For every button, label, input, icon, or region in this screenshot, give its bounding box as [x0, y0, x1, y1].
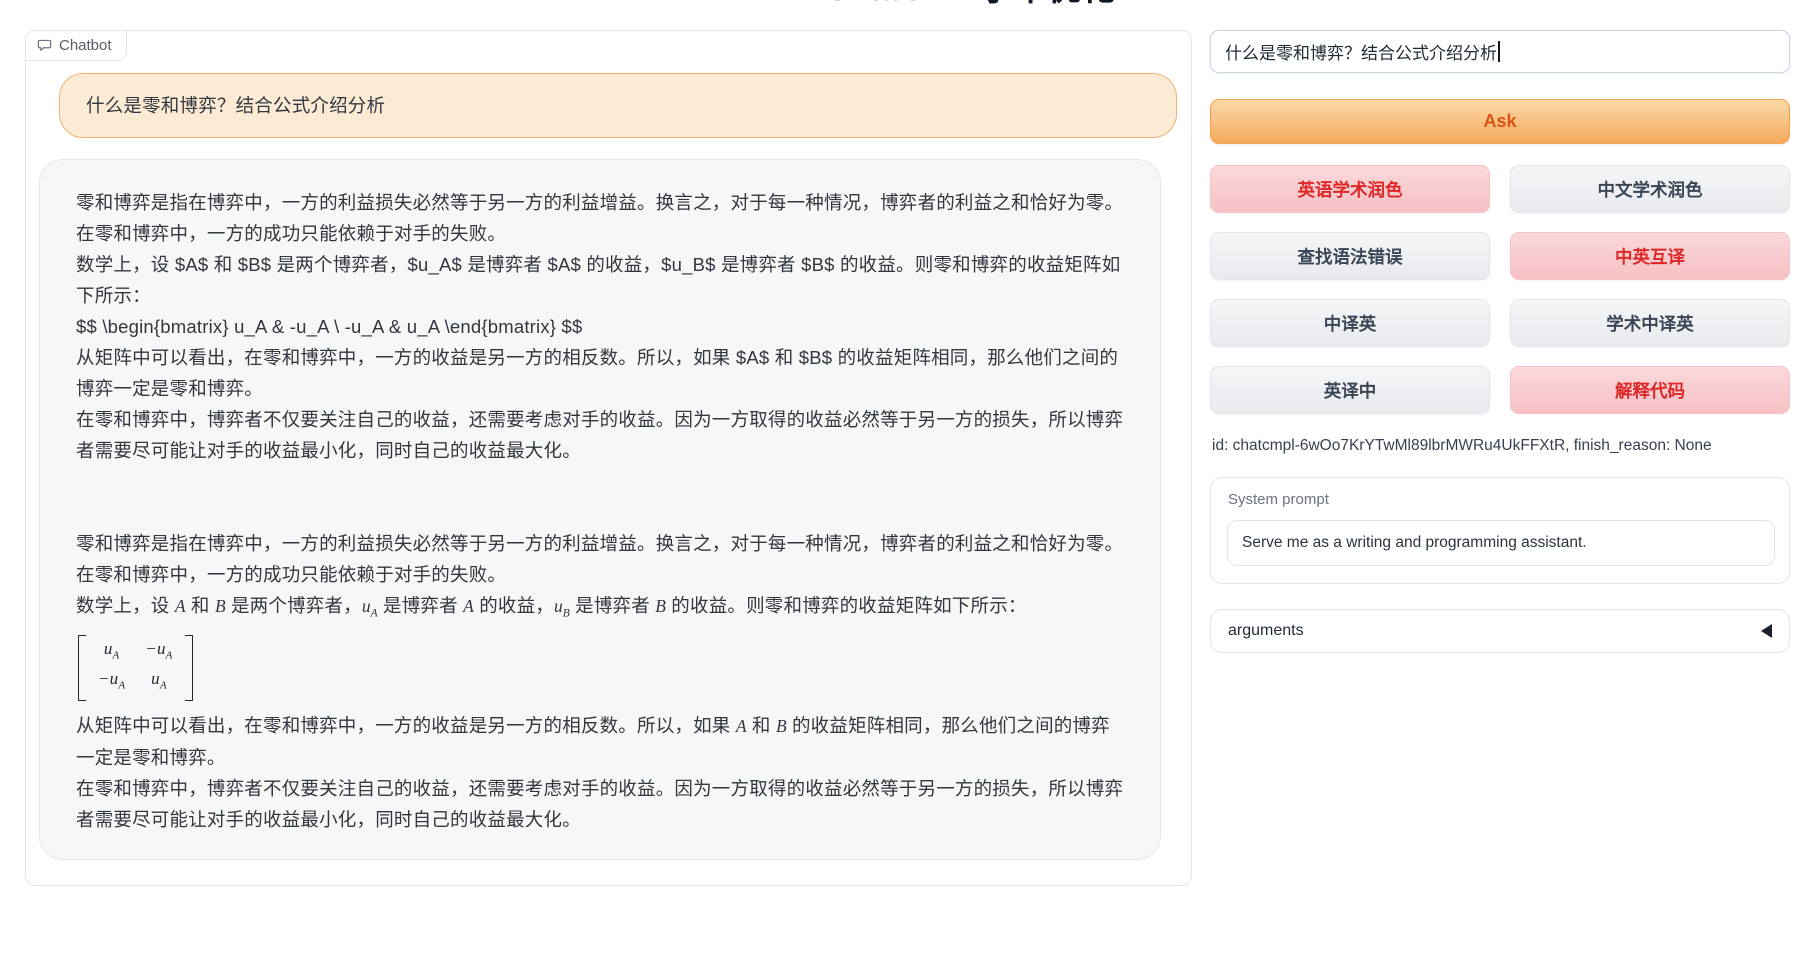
bot-message-bubble: 零和博弈是指在博弈中，一方的利益损失必然等于另一方的利益增益。换言之，对于每一种… — [39, 159, 1161, 860]
bot-rendered-para: 从矩阵中可以看出，在零和博弈中，一方的收益是另一方的相反数。所以，如果 A 和 … — [76, 710, 1124, 773]
bot-raw-line: 数学上，设 $A$ 和 $B$ 是两个博弈者，$u_A$ 是博弈者 $A$ 的收… — [76, 249, 1124, 311]
text-segment: 数学上，设 — [76, 595, 175, 616]
payoff-matrix: uA −uA −uA uA — [78, 635, 193, 702]
system-prompt-group: System prompt Serve me as a writing and … — [1210, 477, 1790, 584]
system-prompt-label: System prompt — [1228, 491, 1329, 508]
bot-rendered-para: 在零和博弈中，博弈者不仅要关注自己的收益，还需要考虑对手的收益。因为一方取得的收… — [76, 773, 1124, 835]
collapse-arrow-icon — [1761, 624, 1772, 638]
quick-button-explain-code[interactable]: 解释代码 — [1510, 366, 1790, 414]
page-title: ChatGPT 学术优化 — [120, 0, 1814, 9]
text-caret — [1498, 41, 1500, 62]
text-segment: 的收益， — [474, 595, 554, 616]
text-segment: 从矩阵中可以看出，在零和博弈中，一方的收益是另一方的相反数。所以，如果 — [76, 715, 736, 736]
matrix-cell: uA — [145, 667, 172, 697]
chatbot-label: Chatbot — [26, 31, 127, 61]
text-segment: 是博弈者 — [570, 595, 655, 616]
arguments-accordion-label: arguments — [1228, 622, 1304, 640]
quick-button-academic-zh-to-en[interactable]: 学术中译英 — [1510, 299, 1790, 347]
text-segment: 和 — [747, 715, 776, 736]
math-var: B — [776, 716, 787, 736]
chatbot-messages[interactable]: 什么是零和博弈？结合公式介绍分析 零和博弈是指在博弈中，一方的利益损失必然等于另… — [26, 58, 1191, 885]
bot-raw-line: $$ \begin{bmatrix} u_A & -u_A \ -u_A & u… — [76, 311, 1124, 342]
question-input-value: 什么是零和博弈？结合公式介绍分析 — [1225, 39, 1497, 64]
chatbot-label-text: Chatbot — [59, 37, 112, 54]
paragraph-gap — [76, 466, 1124, 528]
math-var: B — [215, 596, 226, 616]
system-prompt-input[interactable]: Serve me as a writing and programming as… — [1227, 520, 1775, 566]
bot-rendered-mathline: 数学上，设 A 和 B 是两个博弈者，uA 是博弈者 A 的收益，uB 是博弈者… — [76, 590, 1124, 630]
system-prompt-value: Serve me as a writing and programming as… — [1242, 534, 1587, 552]
matrix-right-bracket — [185, 635, 193, 702]
bot-raw-line: 从矩阵中可以看出，在零和博弈中，一方的收益是另一方的相反数。所以，如果 $A$ … — [76, 342, 1124, 404]
matrix-cell: uA — [98, 637, 125, 667]
matrix-left-bracket — [78, 635, 86, 702]
ask-button[interactable]: Ask — [1210, 99, 1790, 144]
matrix-cell: −uA — [145, 637, 172, 667]
bot-raw-line: 零和博弈是指在博弈中，一方的利益损失必然等于另一方的利益增益。换言之，对于每一种… — [76, 187, 1124, 249]
quick-button-chinese-academic-polish[interactable]: 中文学术润色 — [1510, 165, 1790, 213]
quick-button-zh-to-en[interactable]: 中译英 — [1210, 299, 1490, 347]
chatbot-panel: Chatbot 什么是零和博弈？结合公式介绍分析 零和博弈是指在博弈中，一方的利… — [25, 30, 1192, 886]
question-input[interactable]: 什么是零和博弈？结合公式介绍分析 — [1210, 30, 1790, 73]
math-var: uB — [554, 596, 570, 616]
math-var: A — [175, 596, 186, 616]
text-segment: 的收益。则零和博弈的收益矩阵如下所示： — [666, 595, 1027, 616]
matrix-cell: −uA — [98, 667, 125, 697]
quick-button-en-to-zh[interactable]: 英译中 — [1210, 366, 1490, 414]
math-var: B — [655, 596, 666, 616]
quick-actions-grid: 英语学术润色 中文学术润色 查找语法错误 中英互译 中译英 学术中译英 英译中 … — [1210, 165, 1790, 414]
bot-rendered-para: 零和博弈是指在博弈中，一方的利益损失必然等于另一方的利益增益。换言之，对于每一种… — [76, 528, 1124, 590]
text-segment: 和 — [186, 595, 215, 616]
completion-status-line: id: chatcmpl-6wOo7KrYTwMl89lbrMWRu4UkFFX… — [1212, 437, 1790, 455]
user-message-text: 什么是零和博弈？结合公式介绍分析 — [86, 95, 385, 116]
quick-button-english-academic-polish[interactable]: 英语学术润色 — [1210, 165, 1490, 213]
text-segment: 是博弈者 — [378, 595, 463, 616]
user-message-bubble: 什么是零和博弈？结合公式介绍分析 — [59, 73, 1177, 138]
quick-button-find-grammar-errors[interactable]: 查找语法错误 — [1210, 232, 1490, 280]
math-var: A — [463, 596, 474, 616]
math-var: A — [736, 716, 747, 736]
bot-raw-line: 在零和博弈中，博弈者不仅要关注自己的收益，还需要考虑对手的收益。因为一方取得的收… — [76, 404, 1124, 466]
text-segment: 是两个博弈者， — [226, 595, 362, 616]
quick-button-zh-en-mutual-translate[interactable]: 中英互译 — [1510, 232, 1790, 280]
ask-button-label: Ask — [1483, 111, 1516, 132]
chat-bubble-icon — [37, 38, 52, 53]
math-var: uA — [362, 596, 378, 616]
arguments-accordion[interactable]: arguments — [1210, 609, 1790, 653]
